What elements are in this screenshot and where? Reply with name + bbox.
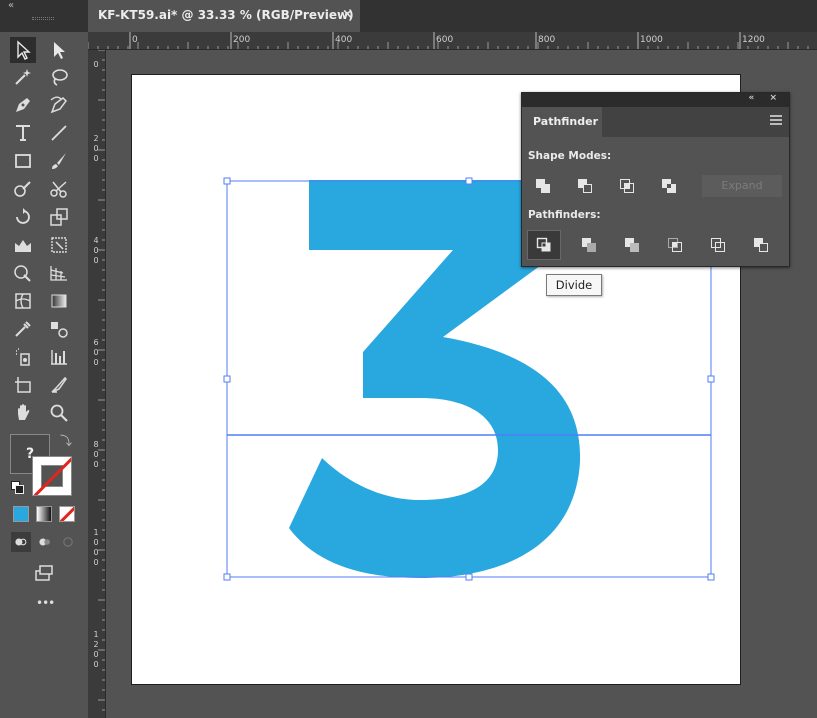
intersect-button[interactable]	[610, 171, 644, 201]
divide-button[interactable]	[527, 230, 561, 260]
minus-front-icon	[578, 179, 592, 193]
selection-handle[interactable]	[465, 177, 473, 185]
pathfinders-label: Pathfinders:	[528, 209, 601, 221]
divide-tooltip: Divide	[546, 274, 602, 296]
selection-handle[interactable]	[707, 375, 715, 383]
unite-icon	[536, 179, 550, 193]
minus-back-icon	[754, 238, 768, 252]
exclude-icon	[662, 179, 676, 193]
exclude-button[interactable]	[652, 171, 686, 201]
merge-button[interactable]	[615, 230, 649, 260]
intersect-icon	[620, 179, 634, 193]
panel-tab-row: Pathfinder	[522, 107, 789, 137]
trim-icon	[582, 238, 596, 252]
unite-button[interactable]	[526, 171, 560, 201]
outline-icon	[711, 238, 725, 252]
minus-back-button[interactable]	[744, 230, 778, 260]
trim-button[interactable]	[572, 230, 606, 260]
crop-button[interactable]	[658, 230, 692, 260]
panel-title-bar[interactable]: « ×	[522, 93, 789, 107]
selection-handle[interactable]	[707, 573, 715, 581]
minus-front-button[interactable]	[568, 171, 602, 201]
selection-handle[interactable]	[223, 177, 231, 185]
panel-collapse-close-icon[interactable]: « ×	[749, 93, 784, 103]
tab-pathfinder[interactable]: Pathfinder	[522, 107, 602, 137]
expand-button[interactable]: Expand	[702, 175, 782, 197]
selection-handle[interactable]	[223, 375, 231, 383]
selection-handle[interactable]	[465, 573, 473, 581]
pathfinder-panel: « × Pathfinder Shape Modes: Expand Pathf…	[521, 92, 790, 267]
crop-icon	[668, 238, 682, 252]
selection-handle[interactable]	[223, 573, 231, 581]
shape-modes-label: Shape Modes:	[528, 150, 612, 162]
divide-icon	[536, 237, 551, 252]
outline-button[interactable]	[701, 230, 735, 260]
panel-menu-icon[interactable]	[770, 115, 782, 125]
merge-icon	[625, 238, 639, 252]
